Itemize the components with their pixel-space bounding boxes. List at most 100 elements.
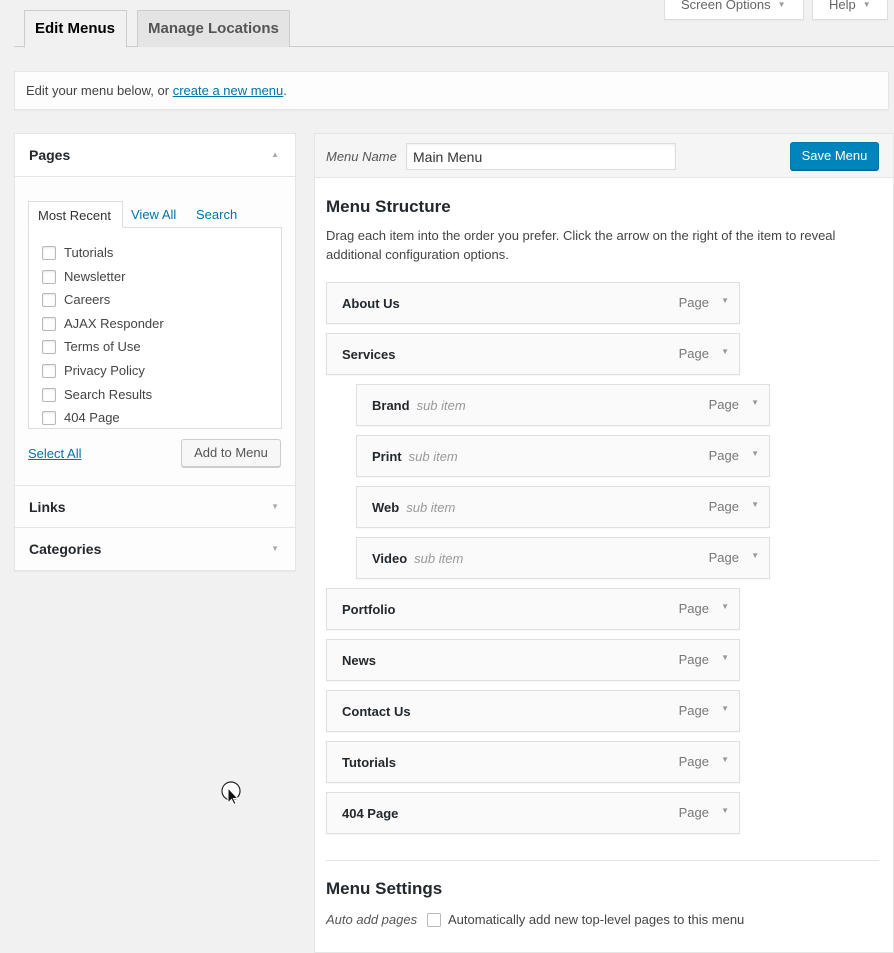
triangle-down-icon: ▼ xyxy=(862,0,871,9)
page-checkbox[interactable] xyxy=(42,387,56,402)
pages-panel: Most Recent View All Search Tutorials New… xyxy=(15,178,295,484)
page-checkbox[interactable] xyxy=(42,411,56,426)
mouse-cursor-icon xyxy=(221,781,241,805)
page-checkbox[interactable] xyxy=(42,363,56,378)
page-checklist-item[interactable]: AJAX Responder xyxy=(29,312,281,336)
expand-arrow-icon[interactable]: ▼ xyxy=(721,602,729,611)
tab-manage-locations[interactable]: Manage Locations xyxy=(137,10,290,47)
expand-arrow-icon[interactable]: ▼ xyxy=(721,347,729,356)
menu-item[interactable]: Print sub item Page ▼ xyxy=(356,435,770,477)
page-checkbox-label: Search Results xyxy=(64,386,153,402)
page-checkbox[interactable] xyxy=(42,293,56,308)
menu-item[interactable]: Web sub item Page ▼ xyxy=(356,486,770,528)
menu-item-type: Page xyxy=(678,295,709,310)
menu-item[interactable]: News Page ▼ xyxy=(326,639,740,681)
menu-item-type: Page xyxy=(708,448,739,463)
menu-item-title: Video sub item xyxy=(372,551,463,566)
page-checklist-item[interactable]: 404 Page xyxy=(29,406,281,430)
page-checkbox[interactable] xyxy=(42,316,56,331)
menu-item[interactable]: Video sub item Page ▼ xyxy=(356,537,770,579)
menu-name-label: Menu Name xyxy=(326,149,397,164)
expand-arrow-icon[interactable]: ▼ xyxy=(721,806,729,815)
tab-search[interactable]: Search xyxy=(196,201,237,228)
expand-arrow-icon[interactable]: ▼ xyxy=(721,755,729,764)
expand-arrow-icon[interactable]: ▼ xyxy=(751,500,759,509)
edit-menu-notice: Edit your menu below, or create a new me… xyxy=(14,71,889,110)
settings-divider xyxy=(326,860,879,861)
menu-item[interactable]: Contact Us Page ▼ xyxy=(326,690,740,732)
menu-item-type: Page xyxy=(678,703,709,718)
help-label: Help xyxy=(829,0,856,12)
select-all-link[interactable]: Select All xyxy=(28,446,81,461)
menu-management-panel: Menu Name Save Menu Menu Structure Drag … xyxy=(314,133,894,953)
menu-item-title-text: Brand xyxy=(372,398,410,413)
page-checkbox-label: Tutorials xyxy=(64,245,114,260)
menu-item-title: Tutorials xyxy=(342,755,396,770)
accordion-categories-header[interactable]: Categories ▼ xyxy=(15,528,295,571)
menu-item-title: Contact Us xyxy=(342,704,411,719)
menu-item[interactable]: Tutorials Page ▼ xyxy=(326,741,740,783)
menu-instructions: Drag each item into the order you prefer… xyxy=(326,228,836,262)
tab-view-all[interactable]: View All xyxy=(131,201,176,228)
notice-text: Edit your menu below, or xyxy=(26,83,173,98)
menu-item[interactable]: About Us Page ▼ xyxy=(326,282,740,324)
menu-item-title-text: News xyxy=(342,653,376,668)
accordion-links-title: Links xyxy=(29,499,66,515)
menu-item[interactable]: Portfolio Page ▼ xyxy=(326,588,740,630)
page-checklist-item[interactable]: Search Results xyxy=(29,383,281,407)
accordion-pages-title: Pages xyxy=(29,147,71,163)
menu-item-title: Services xyxy=(342,347,396,362)
expand-arrow-icon[interactable]: ▼ xyxy=(751,398,759,407)
page-checkbox[interactable] xyxy=(42,246,56,260)
page-checkbox[interactable] xyxy=(42,269,56,284)
accordion-pages-header[interactable]: Pages ▲ xyxy=(15,134,295,177)
menu-name-input[interactable] xyxy=(406,143,676,170)
menu-item[interactable]: Services Page ▼ xyxy=(326,333,740,375)
page-checklist-item[interactable]: Newsletter xyxy=(29,265,281,289)
menu-item-type: Page xyxy=(708,550,739,565)
accordion-links-header[interactable]: Links ▼ xyxy=(15,485,295,528)
menu-item-title: Portfolio xyxy=(342,602,395,617)
expand-arrow-icon[interactable]: ▼ xyxy=(721,653,729,662)
page-checkbox-label: Careers xyxy=(64,292,111,308)
create-new-menu-link[interactable]: create a new menu xyxy=(173,83,284,98)
menu-item-subtitle: sub item xyxy=(406,500,456,515)
expand-arrow-icon[interactable]: ▼ xyxy=(751,449,759,458)
page-checkbox-label: Newsletter xyxy=(64,268,126,284)
page-checkbox-label: AJAX Responder xyxy=(64,315,164,331)
menu-item-title: News xyxy=(342,653,376,668)
page-checkbox-label: 404 Page xyxy=(64,410,120,426)
page-checklist-item[interactable]: Tutorials xyxy=(29,241,281,265)
tab-edit-menus[interactable]: Edit Menus xyxy=(24,10,127,48)
tab-most-recent[interactable]: Most Recent xyxy=(28,201,123,228)
menu-item-title-text: Tutorials xyxy=(342,755,396,770)
menu-settings-title: Menu Settings xyxy=(326,879,443,898)
menu-item-title-text: About Us xyxy=(342,296,400,311)
page-checklist-item[interactable]: Privacy Policy xyxy=(29,359,281,383)
add-to-menu-button[interactable]: Add to Menu xyxy=(181,439,281,467)
menu-item-title-text: Print xyxy=(372,449,402,464)
page-checklist-item[interactable]: Terms of Use xyxy=(29,335,281,359)
screen-options-button[interactable]: Screen Options ▼ xyxy=(664,0,804,20)
page-checkbox[interactable] xyxy=(42,340,56,355)
menu-item-title-text: Contact Us xyxy=(342,704,411,719)
save-menu-button[interactable]: Save Menu xyxy=(790,142,879,170)
auto-add-pages-checkbox[interactable] xyxy=(427,913,441,927)
expand-arrow-icon[interactable]: ▼ xyxy=(751,551,759,560)
triangle-down-icon: ▼ xyxy=(271,502,279,511)
menu-item[interactable]: 404 Page Page ▼ xyxy=(326,792,740,834)
page-checkbox-label: Terms of Use xyxy=(64,339,141,355)
page-checklist-item[interactable]: Careers xyxy=(29,288,281,312)
help-button[interactable]: Help ▼ xyxy=(812,0,888,20)
menu-item-title: Web sub item xyxy=(372,500,455,515)
menu-item[interactable]: Brand sub item Page ▼ xyxy=(356,384,770,426)
menu-item-title-text: Video xyxy=(372,551,408,566)
menu-item-type: Page xyxy=(678,805,709,820)
expand-arrow-icon[interactable]: ▼ xyxy=(721,704,729,713)
pages-checklist: Tutorials Newsletter Careers AJAX Responder… xyxy=(28,227,282,429)
expand-arrow-icon[interactable]: ▼ xyxy=(721,296,729,305)
menu-header: Menu Name Save Menu xyxy=(315,134,893,178)
menu-item-subtitle: sub item xyxy=(408,449,458,464)
menu-item-type: Page xyxy=(678,346,709,361)
menu-item-type: Page xyxy=(678,652,709,667)
